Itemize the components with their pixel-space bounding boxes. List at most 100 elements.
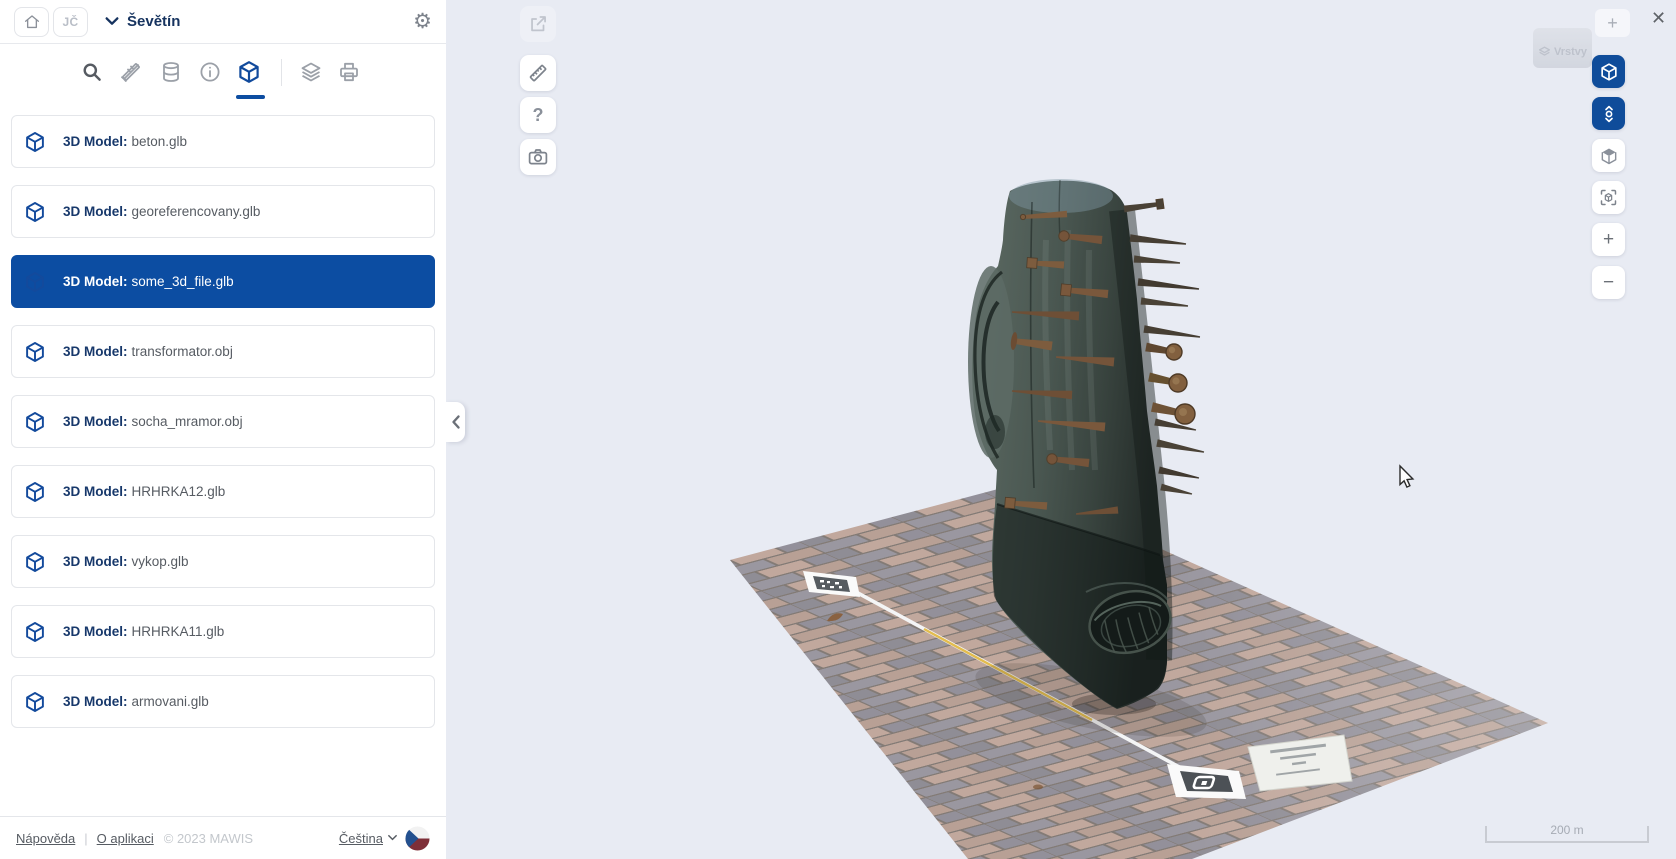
model-prefix: 3D Model: bbox=[63, 274, 128, 289]
model-list-item[interactable]: 3D Model: socha_mramor.obj bbox=[11, 395, 435, 448]
view-3d-toggle-button[interactable] bbox=[1592, 55, 1625, 88]
model-name: vykop.glb bbox=[132, 554, 189, 569]
model-name: some_3d_file.glb bbox=[132, 274, 234, 289]
cube-icon bbox=[24, 271, 46, 293]
copyright-text: © 2023 MAWIS bbox=[164, 831, 253, 846]
tab-data-icon[interactable] bbox=[159, 60, 183, 84]
chevron-left-icon bbox=[450, 414, 462, 430]
cube-icon bbox=[24, 131, 46, 153]
model-list: 3D Model: beton.glb 3D Model: georeferenco… bbox=[0, 101, 446, 816]
solid-cube-icon bbox=[1599, 146, 1619, 166]
sidebar-toolbar bbox=[0, 44, 446, 101]
map-scale-bar: 200 m bbox=[1485, 826, 1649, 843]
language-selector[interactable]: Čeština bbox=[339, 831, 398, 846]
cube-icon bbox=[24, 201, 46, 223]
language-label: Čeština bbox=[339, 831, 383, 846]
gear-icon[interactable]: ⚙ bbox=[413, 11, 432, 32]
model-prefix: 3D Model: bbox=[63, 134, 128, 149]
model-prefix: 3D Model: bbox=[63, 414, 128, 429]
zoom-in-button[interactable]: + bbox=[1592, 223, 1625, 256]
sidebar-footer: Nápověda | O aplikaci © 2023 MAWIS Češti… bbox=[0, 816, 446, 859]
home-button[interactable] bbox=[14, 7, 49, 37]
model-list-item[interactable]: 3D Model: HRHRKA11.glb bbox=[11, 605, 435, 658]
cube-icon bbox=[24, 551, 46, 573]
tab-info-icon[interactable] bbox=[198, 60, 222, 84]
model-list-item[interactable]: 3D Model: transformator.obj bbox=[11, 325, 435, 378]
model-prefix: 3D Model: bbox=[63, 204, 128, 219]
tab-layers-icon[interactable] bbox=[299, 60, 323, 84]
model-list-item[interactable]: 3D Model: vykop.glb bbox=[11, 535, 435, 588]
model-prefix: 3D Model: bbox=[63, 694, 128, 709]
org-badge-button[interactable]: JČ bbox=[53, 7, 88, 37]
sidebar-collapse-button[interactable] bbox=[446, 402, 465, 442]
minus-icon: − bbox=[1603, 273, 1614, 292]
model-list-item[interactable]: 3D Model: beton.glb bbox=[11, 115, 435, 168]
model-name: HRHRKA11.glb bbox=[132, 624, 225, 639]
add-panel-button[interactable]: + bbox=[1595, 9, 1630, 37]
model-name: beton.glb bbox=[132, 134, 188, 149]
model-name: HRHRKA12.glb bbox=[132, 484, 226, 499]
model-list-item[interactable]: 3D Model: georeferencovany.glb bbox=[11, 185, 435, 238]
sculpture-ear bbox=[968, 266, 1014, 458]
screenshot-button[interactable] bbox=[520, 139, 556, 175]
3d-viewport[interactable]: ? Vrstvy + ✕ + − bbox=[446, 0, 1676, 859]
focus-cube-icon bbox=[1598, 187, 1619, 208]
cube-icon bbox=[24, 411, 46, 433]
elevation-toggle-button[interactable] bbox=[1592, 97, 1625, 130]
home-icon bbox=[23, 13, 41, 31]
mouse-cursor bbox=[1400, 466, 1413, 487]
active-tab-underline bbox=[236, 95, 265, 99]
model-prefix: 3D Model: bbox=[63, 344, 128, 359]
org-badge-label: JČ bbox=[63, 15, 79, 29]
close-icon[interactable]: ✕ bbox=[1651, 8, 1666, 29]
cube-icon bbox=[24, 481, 46, 503]
fit-to-model-button[interactable] bbox=[1592, 181, 1625, 214]
toolbar-divider bbox=[281, 59, 282, 86]
app-window: JČ Ševětín ⚙ 3D Model: beton.glb bbox=[0, 0, 1676, 859]
layers-button-label: Vrstvy bbox=[1554, 46, 1587, 58]
chevron-down-icon bbox=[104, 16, 120, 27]
footer-separator: | bbox=[84, 831, 87, 846]
viewer-help-button[interactable]: ? bbox=[520, 97, 556, 133]
about-link[interactable]: O aplikaci bbox=[97, 831, 154, 846]
model-list-item-selected[interactable]: 3D Model: some_3d_file.glb bbox=[11, 255, 435, 308]
project-selector[interactable]: Ševětín bbox=[104, 13, 180, 30]
model-name: transformator.obj bbox=[132, 344, 233, 359]
share-icon bbox=[527, 13, 549, 35]
wireframe-cube-icon bbox=[1599, 62, 1619, 82]
question-mark-icon: ? bbox=[533, 105, 544, 126]
camera-icon bbox=[526, 145, 550, 169]
tab-3d-model-icon[interactable] bbox=[237, 60, 261, 84]
chevron-down-icon bbox=[387, 834, 398, 842]
model-list-item[interactable]: 3D Model: armovani.glb bbox=[11, 675, 435, 728]
cube-icon bbox=[24, 691, 46, 713]
zoom-out-button[interactable]: − bbox=[1592, 266, 1625, 299]
layers-preview-button[interactable]: Vrstvy bbox=[1533, 28, 1592, 68]
tab-print-icon[interactable] bbox=[337, 60, 361, 84]
ruler-icon bbox=[526, 61, 550, 85]
tab-draw-measure-icon[interactable] bbox=[119, 60, 143, 84]
cube-icon bbox=[24, 621, 46, 643]
sidebar-header: JČ Ševětín ⚙ bbox=[0, 0, 446, 44]
plus-icon: + bbox=[1603, 230, 1614, 249]
cube-icon bbox=[24, 341, 46, 363]
model-name: georeferencovany.glb bbox=[132, 204, 261, 219]
project-title: Ševětín bbox=[127, 13, 180, 30]
model-list-item[interactable]: 3D Model: HRHRKA12.glb bbox=[11, 465, 435, 518]
layers-icon bbox=[1538, 45, 1551, 58]
sidebar: JČ Ševětín ⚙ 3D Model: beton.glb bbox=[0, 0, 446, 859]
model-prefix: 3D Model: bbox=[63, 554, 128, 569]
share-button bbox=[520, 6, 556, 42]
elevation-arrows-icon bbox=[1599, 104, 1619, 124]
scale-label: 200 m bbox=[1487, 823, 1647, 837]
solid-view-button[interactable] bbox=[1592, 139, 1625, 172]
model-name: armovani.glb bbox=[132, 694, 209, 709]
tab-search-icon[interactable] bbox=[80, 60, 104, 84]
model-prefix: 3D Model: bbox=[63, 484, 128, 499]
model-prefix: 3D Model: bbox=[63, 624, 128, 639]
help-link[interactable]: Nápověda bbox=[16, 831, 75, 846]
model-name: socha_mramor.obj bbox=[132, 414, 243, 429]
measure-ruler-button[interactable] bbox=[520, 55, 556, 91]
czech-flag-icon[interactable] bbox=[405, 826, 430, 851]
3d-scene bbox=[446, 0, 1676, 859]
